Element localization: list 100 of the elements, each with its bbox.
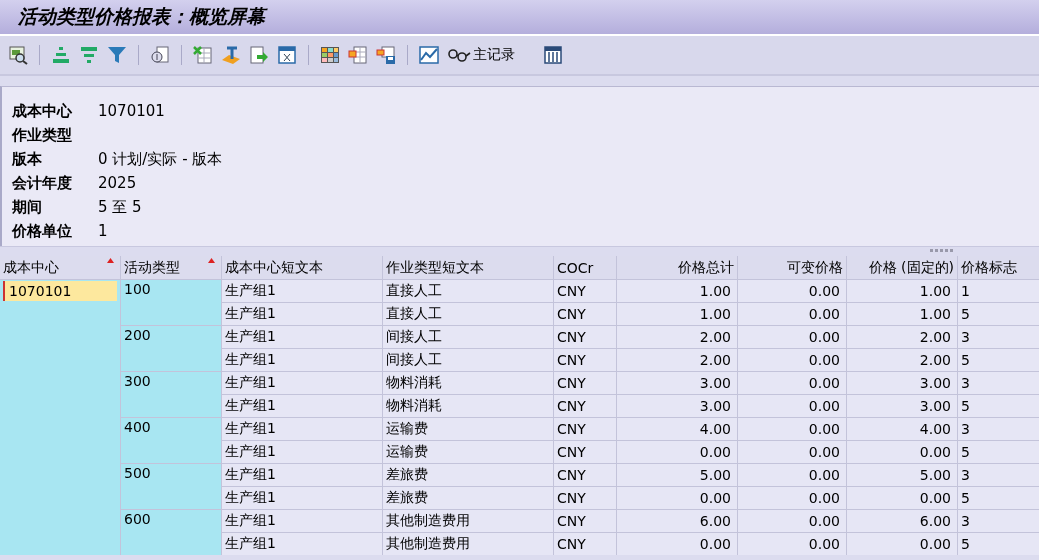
table-cell: 直接人工 (383, 303, 553, 325)
table-cell: 物料消耗 (383, 372, 553, 394)
table-cell: 5 (958, 441, 1039, 463)
table-cell: 1 (958, 280, 1039, 302)
table-cell: 0.00 (738, 487, 846, 509)
table-cell: 3 (958, 326, 1039, 348)
master-record-button[interactable]: 主记录 (446, 43, 516, 67)
field-label: 期间 (12, 197, 43, 217)
table-cell: 2.00 (847, 326, 957, 348)
table-cell: 6.00 (617, 510, 737, 532)
table-cell: 生产组1 (222, 372, 382, 394)
sort-indicator-icon (107, 258, 114, 263)
table-cell: 0.00 (617, 533, 737, 555)
table-cell: 1.00 (617, 303, 737, 325)
table-cell: 3 (958, 372, 1039, 394)
table-cell: CNY (554, 303, 616, 325)
column-header[interactable]: COCr (554, 256, 616, 279)
table-cell[interactable]: 1070101 (3, 281, 117, 301)
column-header[interactable]: 价格 (固定的) (847, 256, 957, 279)
table-cell: 运输费 (383, 418, 553, 440)
table-cell: 5 (958, 303, 1039, 325)
magnifier-icon[interactable] (7, 43, 29, 67)
table-cell: CNY (554, 395, 616, 417)
table-cell: 400 (121, 418, 221, 463)
table-cell: CNY (554, 464, 616, 486)
table-cell: CNY (554, 280, 616, 302)
field-value: 0 计划/实际 - 版本 (98, 149, 223, 169)
spreadsheet-icon[interactable] (192, 43, 214, 67)
field-label: 作业类型 (12, 125, 73, 145)
table-cell: 2.00 (847, 349, 957, 371)
table-cell: 300 (121, 372, 221, 417)
table-cell: 其他制造费用 (383, 533, 553, 555)
table-cell: 生产组1 (222, 464, 382, 486)
table-cell: CNY (554, 372, 616, 394)
table-cell: 3.00 (617, 395, 737, 417)
table-cell: 生产组1 (222, 418, 382, 440)
table-cell: 5 (958, 487, 1039, 509)
table-cell: 生产组1 (222, 349, 382, 371)
table-cell: 0.00 (847, 533, 957, 555)
table-cell: 0.00 (738, 280, 846, 302)
table-cell: 0.00 (738, 303, 846, 325)
table-cell: 生产组1 (222, 533, 382, 555)
table-cell: 5 (958, 395, 1039, 417)
column-save-icon[interactable] (375, 43, 397, 67)
table-cell: 0.00 (738, 372, 846, 394)
table-cell: 1.00 (847, 303, 957, 325)
table-cell: 3.00 (847, 372, 957, 394)
table-cell: 0.00 (738, 349, 846, 371)
table-cell: 0.00 (617, 441, 737, 463)
export-icon[interactable] (248, 43, 270, 67)
table-cell: 3 (958, 464, 1039, 486)
table-cell: 5 (958, 533, 1039, 555)
table-settings-icon[interactable] (542, 43, 564, 67)
table-cell: 0.00 (847, 441, 957, 463)
table-cell: 5.00 (617, 464, 737, 486)
table-cell: CNY (554, 349, 616, 371)
field-value: 1070101 (98, 102, 165, 120)
table-cell: 200 (121, 326, 221, 371)
table-cell: 0.00 (617, 487, 737, 509)
table-cell: 间接人工 (383, 349, 553, 371)
column-header[interactable]: 成本中心 (0, 256, 120, 279)
table-cell: 物料消耗 (383, 395, 553, 417)
table-cell: 其他制造费用 (383, 510, 553, 532)
table-cell: 5 (958, 349, 1039, 371)
column-header[interactable]: 可变价格 (738, 256, 846, 279)
table-cell: 0.00 (738, 464, 846, 486)
column-header[interactable]: 价格标志 (958, 256, 1039, 279)
field-value: 5 至 5 (98, 197, 142, 217)
table-cell: 生产组1 (222, 441, 382, 463)
table-cell: CNY (554, 487, 616, 509)
table-cell: CNY (554, 326, 616, 348)
table-cell: 运输费 (383, 441, 553, 463)
table-cell: 6.00 (847, 510, 957, 532)
table-cell: 4.00 (847, 418, 957, 440)
sort-indicator-icon (208, 258, 215, 263)
column-insert-icon[interactable] (347, 43, 369, 67)
table-cell: 1.00 (617, 280, 737, 302)
chart-icon[interactable] (418, 43, 440, 67)
field-label: 会计年度 (12, 173, 73, 193)
table-cell: 3 (958, 510, 1039, 532)
table-cell: CNY (554, 533, 616, 555)
table-cell: 0.00 (847, 487, 957, 509)
table-cell: 生产组1 (222, 510, 382, 532)
field-label: 价格单位 (12, 221, 73, 241)
table-cell: 500 (121, 464, 221, 509)
table-cell: 600 (121, 510, 221, 555)
column-header[interactable]: 作业类型短文本 (383, 256, 553, 279)
table-cell: CNY (554, 510, 616, 532)
print-layout-icon[interactable] (276, 43, 298, 67)
column-header[interactable]: 活动类型 (121, 256, 221, 279)
table-cell: 3 (958, 418, 1039, 440)
field-label: 成本中心 (12, 101, 73, 121)
column-header[interactable]: 成本中心短文本 (222, 256, 382, 279)
table-cell: 0.00 (738, 441, 846, 463)
table-cell: 5.00 (847, 464, 957, 486)
table-cell: 0.00 (738, 395, 846, 417)
table-cell: 3.00 (617, 372, 737, 394)
field-label: 版本 (12, 149, 43, 169)
column-header[interactable]: 价格总计 (617, 256, 737, 279)
table-cell: 0.00 (738, 326, 846, 348)
